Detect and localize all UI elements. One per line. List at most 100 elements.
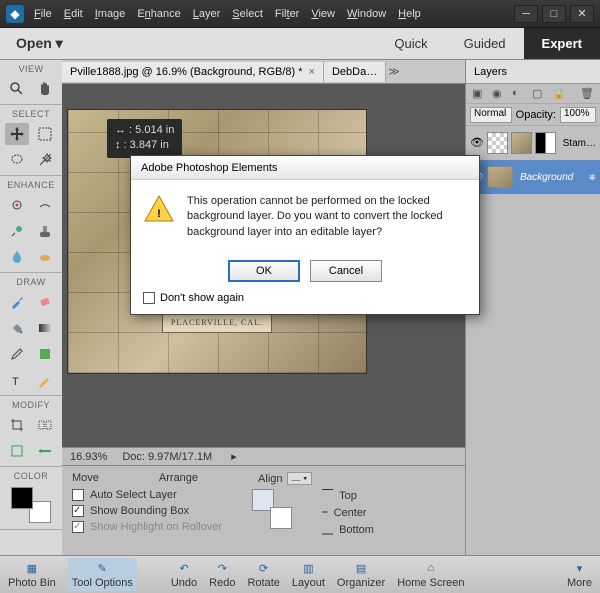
window-buttons: ─ □ ✕ [514,5,594,23]
smartbrush-tool[interactable] [5,220,29,242]
organizer-button[interactable]: ▤Organizer [337,560,385,589]
lock-icon[interactable]: 🔒 [552,87,566,101]
whiten-tool[interactable] [33,194,57,216]
menu-window[interactable]: Window [347,8,386,20]
zoom-tool[interactable] [5,78,29,100]
checkbox-icon [72,505,84,517]
bounding-box-checkbox[interactable]: Show Bounding Box [72,505,222,517]
clone-tool[interactable] [33,220,57,242]
open-button[interactable]: Open ▾ [0,29,79,58]
mask-icon[interactable]: ▢ [532,87,546,101]
opacity-value[interactable]: 100% [560,107,596,123]
delete-icon[interactable]: 🗑 [580,87,594,101]
arrange-icon[interactable] [252,489,292,529]
menu-layer[interactable]: Layer [193,8,221,20]
auto-select-checkbox[interactable]: Auto Select Layer [72,489,222,501]
align-bottom[interactable]: ⎽Bottom [322,523,374,536]
more-icon: ▾ [570,560,588,576]
ok-button[interactable]: OK [228,260,300,282]
rollover-label: Show Highlight on Rollover [90,521,222,533]
move-tool[interactable] [5,123,29,145]
hand-tool[interactable] [33,78,57,100]
layer-row-1[interactable]: 👁 Stam… [466,126,600,160]
pencil-tool[interactable] [33,369,57,391]
zoom-level[interactable]: 16.93% [70,451,107,463]
file-tab-2[interactable]: DebDa… [324,62,386,82]
tab-expert[interactable]: Expert [524,28,600,59]
menu-view[interactable]: View [311,8,335,20]
new-layer-icon[interactable]: ▣ [472,87,486,101]
rotate-button[interactable]: ⟳Rotate [247,560,279,589]
layer-name[interactable]: Background [516,172,586,183]
picker-tool[interactable] [5,343,29,365]
warning-icon: ! [143,194,175,224]
eraser-tool[interactable] [33,291,57,313]
doc-size: Doc: 9.97M/17.1M [122,451,212,463]
redeye-tool[interactable] [5,194,29,216]
tab-quick[interactable]: Quick [376,28,445,59]
photo-bin-button[interactable]: ▦Photo Bin [8,560,56,589]
foreground-color[interactable] [11,487,33,509]
dont-show-checkbox[interactable] [143,292,155,304]
app-logo: ◆ [6,5,24,23]
align-top[interactable]: ⎺Top [322,489,374,502]
straighten-tool[interactable] [33,440,57,462]
crop-tool[interactable] [5,414,29,436]
position-tooltip: ↔ : 5.014 in ↕ : 3.847 in [107,119,182,158]
align-dropdown[interactable]: ⎼ ▾ [287,472,313,485]
file-tab-1-close[interactable]: × [309,66,315,78]
tabs-overflow[interactable]: ≫ [388,65,400,78]
undo-button[interactable]: ↶Undo [171,560,197,589]
file-tab-1[interactable]: Pville1888.jpg @ 16.9% (Background, RGB/… [62,62,324,82]
rollover-checkbox: Show Highlight on Rollover [72,521,222,533]
gradient-tool[interactable] [33,317,57,339]
layout-button[interactable]: ▥Layout [292,560,325,589]
marquee-tool[interactable] [33,123,57,145]
redo-button[interactable]: ↷Redo [209,560,235,589]
fill-tool[interactable] [5,317,29,339]
recompose-tool[interactable] [33,414,57,436]
tool-options-button[interactable]: ✎Tool Options [68,558,137,591]
home-button[interactable]: ⌂Home Screen [397,560,464,589]
home-icon: ⌂ [422,560,440,576]
new-group-icon[interactable]: ◉ [492,87,506,101]
layer-row-background[interactable]: 👁 Background ⎈ [466,160,600,194]
layer-thumb [487,132,508,154]
layer-name[interactable]: Stam… [559,138,596,149]
menu-image[interactable]: Image [95,8,126,20]
blend-row: Normal Opacity: 100% [466,104,600,126]
svg-text:!: ! [157,208,161,220]
redo-icon: ↷ [213,560,231,576]
minimize-button[interactable]: ─ [514,5,538,23]
cancel-button[interactable]: Cancel [310,260,382,282]
sponge-tool[interactable] [33,246,57,268]
menu-filter[interactable]: Filter [275,8,299,20]
align-center[interactable]: ⎯Center [322,506,374,519]
lasso-tool[interactable] [5,149,29,171]
maximize-button[interactable]: □ [542,5,566,23]
dialog-title: Adobe Photoshop Elements [131,156,479,180]
menu-help[interactable]: Help [398,8,421,20]
brush-tool[interactable] [5,291,29,313]
visibility-icon[interactable]: 👁 [470,136,484,150]
layers-title[interactable]: Layers [466,60,600,84]
confirm-dialog: Adobe Photoshop Elements ! This operatio… [130,155,480,315]
menu-select[interactable]: Select [232,8,263,20]
menu-file[interactable]: File [34,8,52,20]
shape-tool[interactable] [33,343,57,365]
adjust-icon[interactable]: ◐ [512,87,526,101]
tab-guided[interactable]: Guided [446,28,524,59]
content-move-tool[interactable] [5,440,29,462]
menu-edit[interactable]: Edit [64,8,83,20]
wand-tool[interactable] [33,149,57,171]
blur-tool[interactable] [5,246,29,268]
layer-mask-thumb [535,132,556,154]
status-arrow-icon[interactable]: ▸ [231,450,237,463]
color-swatches[interactable] [11,487,51,523]
more-button[interactable]: ▾More [567,560,592,589]
menu-enhance[interactable]: Enhance [137,8,180,20]
blend-mode-select[interactable]: Normal [470,107,512,123]
text-tool[interactable]: T [5,369,29,391]
close-button[interactable]: ✕ [570,5,594,23]
tooltip-x: ↔ : 5.014 in [115,123,174,138]
